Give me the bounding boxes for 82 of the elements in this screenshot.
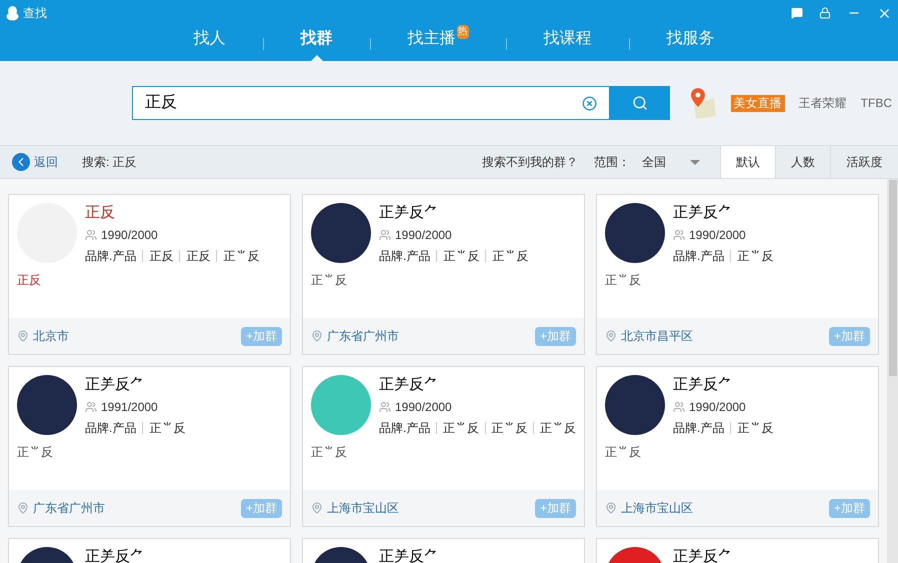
- group-description: 正⺌反: [605, 444, 642, 461]
- group-tag: 正⺌反: [149, 419, 186, 437]
- clear-icon[interactable]: [582, 96, 598, 110]
- group-tag: 正⺌反: [442, 419, 479, 437]
- group-name[interactable]: 正⺶反⺈: [379, 375, 576, 395]
- group-name[interactable]: 正⺶反⺈: [673, 547, 733, 563]
- group-tag: 品牌.产品: [85, 247, 136, 265]
- back-button[interactable]: 返回: [12, 153, 58, 171]
- group-tag: 品牌.产品: [85, 419, 136, 437]
- feedback-icon[interactable]: [791, 7, 803, 19]
- members-icon: [673, 401, 685, 413]
- group-name[interactable]: 正反: [85, 203, 260, 223]
- location-pin-icon: [17, 330, 29, 342]
- window-title: 查找: [23, 5, 47, 22]
- group-tag: 正⺌反: [491, 419, 528, 437]
- group-tag: 品牌.产品: [673, 247, 724, 265]
- nav-tab[interactable]: 找课程: [506, 26, 628, 61]
- lock-icon[interactable]: [819, 7, 831, 19]
- help-link[interactable]: 搜索不到我的群？: [482, 153, 578, 171]
- sort-tab[interactable]: 默认: [720, 146, 775, 178]
- sort-tab[interactable]: 活跃度: [830, 146, 898, 178]
- group-name[interactable]: 正⺶反⺈: [379, 547, 439, 563]
- group-tag: 正⺌反: [737, 247, 774, 265]
- range-dropdown[interactable]: 全国: [642, 153, 700, 171]
- location-pin-icon: [17, 502, 29, 514]
- location-link[interactable]: 上海市宝山区: [327, 499, 399, 517]
- group-tag: 正⺌反: [223, 247, 260, 265]
- location-pin-icon: [311, 502, 323, 514]
- location-link[interactable]: 北京市昌平区: [621, 327, 693, 345]
- location-pin-icon: [311, 330, 323, 342]
- member-count: 1990/2000: [101, 227, 158, 244]
- location-link[interactable]: 北京市: [33, 327, 69, 345]
- group-description: 正⺌反: [311, 272, 348, 289]
- search-field[interactable]: 正反: [132, 86, 610, 120]
- group-tag: 正反: [186, 247, 210, 265]
- search-summary: 搜索: 正反: [82, 154, 137, 171]
- group-name[interactable]: 正⺶反⺈: [673, 375, 774, 395]
- members-icon: [673, 229, 685, 241]
- group-name[interactable]: 正⺶反⺈: [673, 203, 774, 223]
- nav-tab[interactable]: 找服务: [630, 26, 752, 61]
- member-count: 1990/2000: [395, 227, 452, 244]
- group-description: 正⺌反: [605, 272, 642, 289]
- group-tag: 品牌.产品: [379, 419, 430, 437]
- search-icon: [632, 95, 648, 111]
- group-tag: 正⺌反: [443, 247, 480, 265]
- location-link[interactable]: 广东省广州市: [33, 499, 105, 517]
- scrollbar[interactable]: [887, 179, 898, 563]
- group-tag: 正⺌反: [737, 419, 774, 437]
- group-tag: 正⺌反: [540, 419, 576, 437]
- member-count: 1990/2000: [395, 399, 452, 416]
- nav-tab[interactable]: 找人: [156, 26, 262, 61]
- members-icon: [85, 229, 97, 241]
- group-name[interactable]: 正⺶反⺈: [85, 547, 145, 563]
- member-count: 1991/2000: [101, 399, 158, 416]
- nav-tab[interactable]: 找群: [264, 26, 370, 61]
- promo-link[interactable]: TFBC: [860, 94, 892, 112]
- group-name[interactable]: 正⺶反⺈: [85, 375, 186, 395]
- hot-badge: 热: [456, 25, 468, 39]
- group-description: 正反: [17, 272, 42, 289]
- location-pin-icon: [605, 330, 617, 342]
- search-input[interactable]: 正反: [145, 91, 582, 115]
- group-tag: 品牌.产品: [379, 247, 430, 265]
- member-count: 1990/2000: [689, 227, 746, 244]
- range-label: 范围：: [594, 154, 630, 171]
- group-name[interactable]: 正⺶反⺈: [379, 203, 528, 223]
- members-icon: [379, 229, 391, 241]
- group-tag: 品牌.产品: [673, 419, 724, 437]
- members-icon: [379, 401, 391, 413]
- members-icon: [85, 401, 97, 413]
- promo-link[interactable]: 王者荣耀: [798, 94, 847, 112]
- location-link[interactable]: 广东省广州市: [327, 327, 399, 345]
- location-pin-icon: [605, 502, 617, 514]
- group-description: 正⺌反: [17, 444, 54, 461]
- location-link[interactable]: 上海市宝山区: [621, 499, 693, 517]
- penguin-logo-icon: [6, 6, 19, 20]
- group-tag: 正⺌反: [492, 247, 528, 265]
- sort-tab[interactable]: 人数: [775, 146, 830, 178]
- live-stream-badge[interactable]: 美女直播: [730, 94, 785, 112]
- group-tag: 正反: [149, 247, 174, 265]
- group-description: 正⺌反: [311, 444, 348, 461]
- member-count: 1990/2000: [689, 399, 746, 416]
- search-button[interactable]: [610, 86, 670, 120]
